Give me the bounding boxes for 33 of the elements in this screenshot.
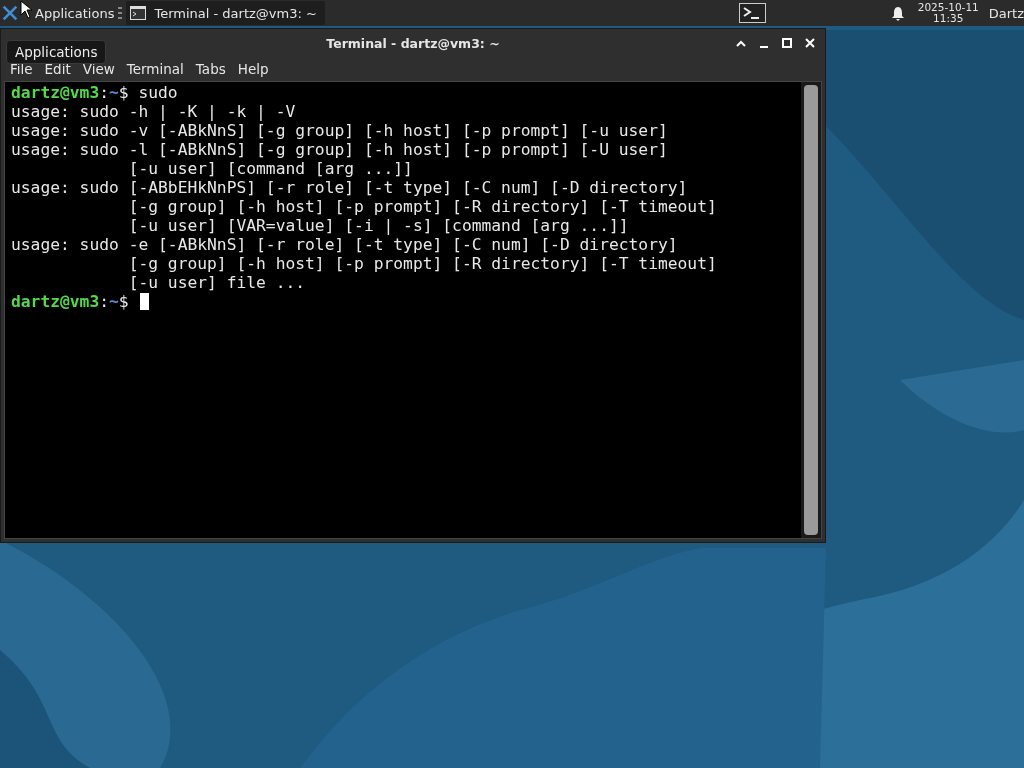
logo-icon [2, 3, 18, 23]
terminal-line: [-u user] file ... [127, 273, 306, 292]
clock[interactable]: 2025-10-11 11:35 [917, 2, 979, 24]
terminal-icon [130, 6, 147, 20]
bell-icon[interactable] [891, 5, 904, 21]
terminal-line: usage: sudo -h | -K | -k | -V [11, 102, 296, 121]
menu-item[interactable]: Help [231, 61, 275, 77]
terminal-line: [-g group] [-h host] [-p prompt] [-R directory] [-T timeout] [127, 254, 717, 273]
window-title: Terminal - dartz@vm3: ~ [325, 35, 501, 51]
terminal-icon[interactable] [738, 3, 766, 23]
user-name[interactable]: Dartz [988, 5, 1024, 21]
tooltip: Applications [6, 40, 107, 64]
terminal-line: [-u user] [command [arg ...]] [127, 159, 413, 178]
mouse-pointer-icon [20, 0, 33, 19]
terminal-line: [-g group] [-h host] [-p prompt] [-R directory] [-T timeout] [127, 197, 717, 216]
terminal-line: usage: sudo -l [-ABkNnS] [-g group] [-h host] [-p prompt] [-U user] [11, 140, 668, 159]
scrollbar[interactable] [801, 82, 821, 538]
maximize-icon [780, 37, 793, 49]
taskbar-button[interactable]: Terminal - dartz@vm3: ~ [126, 1, 325, 25]
terminal-line: [-u user] [VAR=value] [-i | -s] [command [arg ...]] [127, 216, 629, 235]
menu-item[interactable]: View [76, 61, 121, 77]
menu-item[interactable]: Edit [38, 61, 77, 77]
terminal-line: usage: sudo -e [-ABkNnS] [-r role] [-t type] [-C num] [-D directory] [11, 235, 678, 254]
terminal-line: dartz@vm3:~$ sudo [11, 83, 178, 102]
close-icon [803, 37, 816, 49]
terminal-line: usage: sudo [-ABbEHkNnPS] [-r role] [-t type] [-C num] [-D directory] [11, 178, 688, 197]
handle-icon[interactable] [118, 7, 123, 19]
menu-item[interactable]: Tabs [189, 61, 232, 77]
menu-item[interactable]: File [4, 61, 39, 77]
minimize-icon [759, 46, 768, 48]
terminal-line: dartz@vm3:~$ [11, 292, 129, 311]
terminal-line: usage: sudo -v [-ABkNnS] [-g group] [-h host] [-p prompt] [-u user] [11, 121, 668, 140]
menu-item[interactable]: Terminal [120, 61, 190, 77]
